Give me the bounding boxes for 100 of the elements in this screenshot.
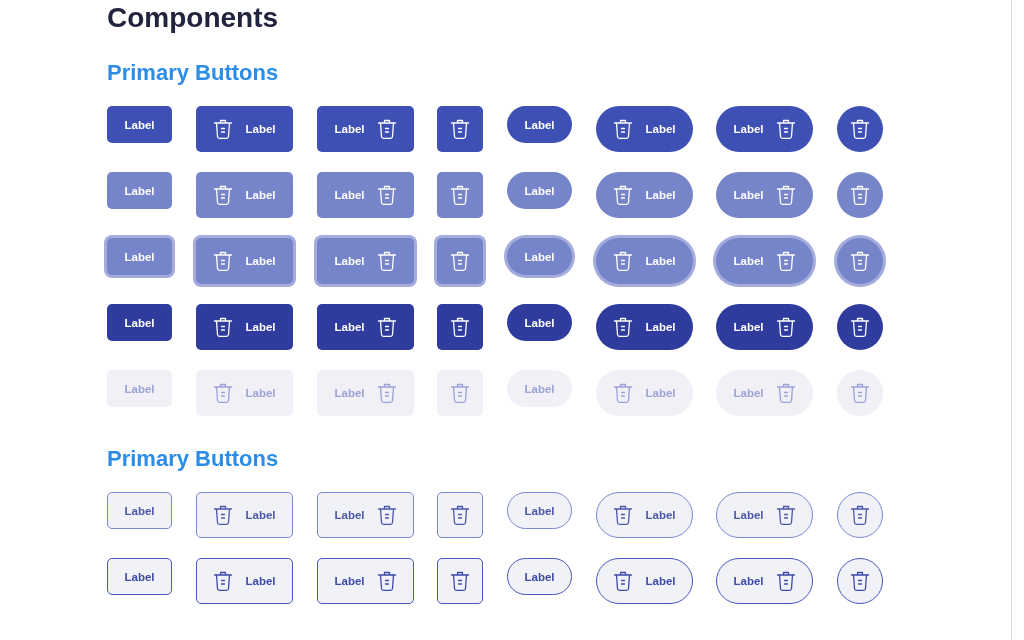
trash-icon [613, 316, 634, 338]
label-button[interactable]: Label [507, 106, 572, 143]
trash-icon [613, 504, 634, 526]
button-label: Label [645, 509, 676, 521]
delete-button[interactable]: Label [596, 558, 693, 604]
trash-icon [850, 118, 870, 140]
label-button[interactable]: Label [507, 172, 572, 209]
button-label: Label [245, 387, 276, 399]
trash-icon [376, 250, 397, 272]
label-button[interactable]: Label [507, 304, 572, 341]
button-label: Label [334, 255, 365, 267]
trash-icon [213, 250, 234, 272]
delete-button[interactable]: Label [317, 106, 414, 152]
trash-icon [450, 184, 470, 206]
trash-icon [376, 504, 397, 526]
trash-icon [376, 184, 397, 206]
delete-icon-button[interactable] [837, 492, 883, 538]
delete-button[interactable]: Label [716, 238, 813, 284]
button-label: Label [334, 189, 365, 201]
label-button[interactable]: Label [107, 238, 172, 275]
trash-icon [775, 504, 796, 526]
button-label: Label [334, 123, 365, 135]
trash-icon [850, 570, 870, 592]
trash-icon [213, 316, 234, 338]
trash-icon [450, 382, 470, 404]
trash-icon [775, 250, 796, 272]
button-label: Label [334, 321, 365, 333]
delete-button[interactable]: Label [317, 558, 414, 604]
trash-icon [850, 382, 870, 404]
button-label: Label [645, 189, 676, 201]
delete-button[interactable]: Label [716, 304, 813, 350]
button-label: Label [733, 255, 764, 267]
delete-button[interactable]: Label [716, 492, 813, 538]
button-label: Label [245, 321, 276, 333]
trash-icon [213, 184, 234, 206]
trash-icon [613, 382, 634, 404]
trash-icon [213, 118, 234, 140]
trash-icon [850, 316, 870, 338]
button-label: Label [733, 509, 764, 521]
delete-button[interactable]: Label [596, 492, 693, 538]
button-label: Label [733, 321, 764, 333]
delete-button[interactable]: Label [196, 558, 293, 604]
delete-button[interactable]: Label [716, 106, 813, 152]
delete-button[interactable]: Label [196, 492, 293, 538]
button-label: Label [334, 387, 365, 399]
button-label: Label [733, 189, 764, 201]
delete-button[interactable]: Label [196, 304, 293, 350]
delete-button[interactable]: Label [596, 106, 693, 152]
delete-button[interactable]: Label [716, 172, 813, 218]
trash-icon [450, 316, 470, 338]
button-label: Label [245, 123, 276, 135]
delete-button[interactable]: Label [317, 492, 414, 538]
delete-button[interactable]: Label [317, 172, 414, 218]
button-label: Label [645, 575, 676, 587]
delete-button[interactable]: Label [196, 238, 293, 284]
trash-icon [213, 382, 234, 404]
trash-icon [613, 118, 634, 140]
delete-button[interactable]: Label [596, 238, 693, 284]
delete-button[interactable]: Label [317, 238, 414, 284]
trash-icon [213, 570, 234, 592]
button-label: Label [245, 509, 276, 521]
label-button[interactable]: Label [507, 492, 572, 529]
trash-icon [775, 184, 796, 206]
delete-button[interactable]: Label [196, 106, 293, 152]
trash-icon [376, 382, 397, 404]
trash-icon [450, 504, 470, 526]
delete-icon-button[interactable] [837, 106, 883, 152]
delete-icon-button[interactable] [837, 304, 883, 350]
section-heading: Primary Buttons [107, 60, 280, 86]
trash-icon [850, 504, 870, 526]
trash-icon [775, 316, 796, 338]
button-label: Label [733, 123, 764, 135]
trash-icon [213, 504, 234, 526]
delete-button[interactable]: Label [596, 172, 693, 218]
delete-button[interactable]: Label [716, 558, 813, 604]
button-label: Label [245, 255, 276, 267]
trash-icon [376, 316, 397, 338]
label-button[interactable]: Label [107, 172, 172, 209]
delete-icon-button[interactable] [437, 106, 483, 152]
delete-icon-button[interactable] [837, 558, 883, 604]
page-title: Components [107, 1, 280, 34]
label-button[interactable]: Label [107, 106, 172, 143]
label-button[interactable]: Label [107, 492, 172, 529]
delete-icon-button[interactable] [437, 558, 483, 604]
label-button[interactable]: Label [107, 304, 172, 341]
label-button[interactable]: Label [107, 558, 172, 595]
delete-button[interactable]: Label [196, 172, 293, 218]
button-label: Label [645, 321, 676, 333]
button-label: Label [733, 575, 764, 587]
delete-icon-button[interactable] [437, 304, 483, 350]
trash-icon [775, 382, 796, 404]
trash-icon [850, 250, 870, 272]
trash-icon [376, 570, 397, 592]
button-label: Label [245, 575, 276, 587]
delete-button[interactable]: Label [317, 304, 414, 350]
label-button[interactable]: Label [507, 558, 572, 595]
trash-icon [613, 570, 634, 592]
delete-button[interactable]: Label [596, 304, 693, 350]
trash-icon [613, 184, 634, 206]
label-button[interactable]: Label [507, 238, 572, 275]
